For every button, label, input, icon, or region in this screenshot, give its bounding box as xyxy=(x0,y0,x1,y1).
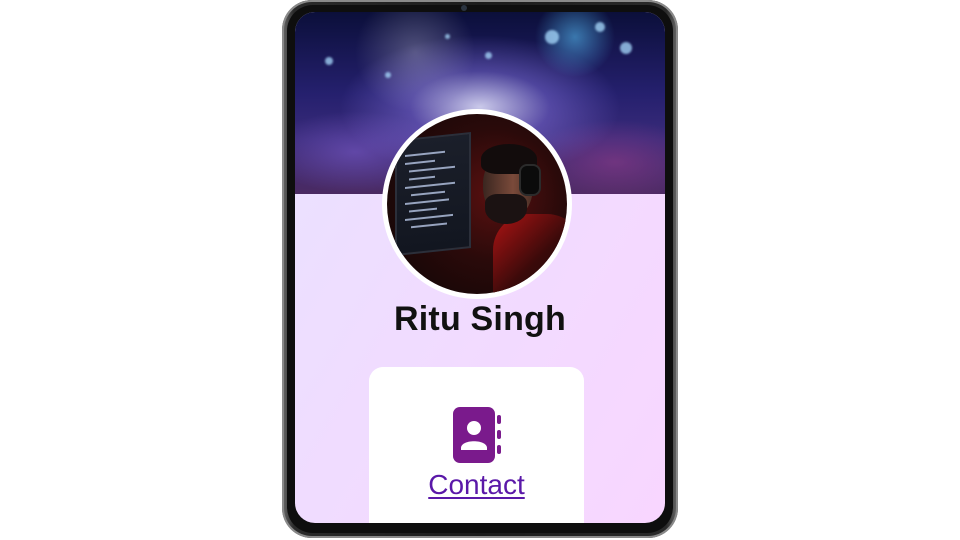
code-line xyxy=(405,198,449,205)
profile-screen: Ritu Singh Contact xyxy=(295,12,665,523)
code-line xyxy=(409,175,435,181)
banner-bokeh xyxy=(595,22,605,32)
code-line xyxy=(411,222,447,229)
beard-graphic xyxy=(485,194,527,224)
banner-bokeh xyxy=(325,57,333,65)
code-line xyxy=(405,213,453,221)
code-line xyxy=(405,150,445,157)
hoodie-graphic xyxy=(493,214,567,294)
banner-bokeh xyxy=(485,52,492,59)
code-line xyxy=(409,207,437,213)
front-camera xyxy=(461,5,467,11)
banner-bokeh xyxy=(445,34,450,39)
avatar xyxy=(387,114,567,294)
code-line xyxy=(405,181,455,189)
code-line xyxy=(409,165,455,173)
code-line xyxy=(411,190,445,197)
code-line xyxy=(405,159,435,165)
stage: Ritu Singh Contact xyxy=(0,0,960,540)
monitor-graphic xyxy=(395,132,471,256)
headphone-graphic xyxy=(519,164,541,196)
contact-link[interactable]: Contact xyxy=(369,469,584,501)
profile-name: Ritu Singh xyxy=(394,300,566,338)
banner-bokeh xyxy=(545,30,559,44)
contact-book-icon[interactable] xyxy=(453,407,503,463)
banner-bokeh xyxy=(620,42,632,54)
contact-card[interactable]: Contact xyxy=(369,367,584,523)
banner-bokeh xyxy=(385,72,391,78)
